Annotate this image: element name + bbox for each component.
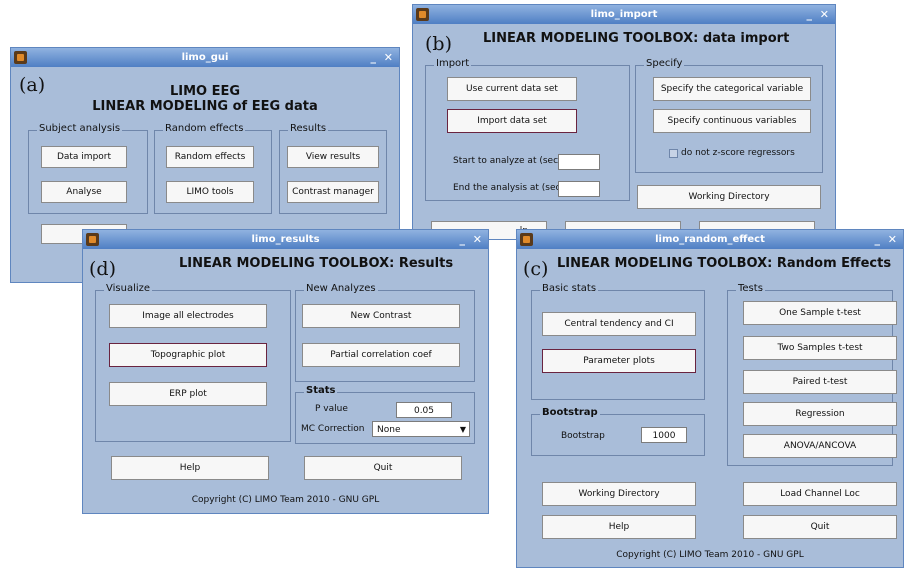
mc-correction-label: MC Correction [301,424,365,434]
heading-subtitle: LINEAR MODELING of EEG data [92,99,318,114]
group-label: Visualize [104,283,153,294]
quit-button[interactable]: Quit [304,456,462,480]
import-data-set-button[interactable]: Import data set [447,109,577,133]
help-button[interactable]: Help [111,456,269,480]
group-label: Basic stats [540,283,599,294]
heading-title: LINEAR MODELING TOOLBOX: data import [483,31,790,46]
bootstrap-input[interactable]: 1000 [641,427,687,443]
chevron-down-icon: ▼ [459,425,466,434]
panel-label: (c) [523,258,549,280]
two-samples-ttest-button[interactable]: Two Samples t-test [743,336,897,360]
group-label: Tests [736,283,765,294]
regression-button[interactable]: Regression [743,402,897,426]
specify-continuous-button[interactable]: Specify continuous variables [653,109,811,133]
working-directory-button[interactable]: Working Directory [637,185,821,209]
working-directory-button[interactable]: Working Directory [542,482,696,506]
use-current-data-set-button[interactable]: Use current data set [447,77,577,101]
matlab-icon [416,8,429,21]
start-label: Start to analyze at (sec) [453,156,562,166]
paired-ttest-button[interactable]: Paired t-test [743,370,897,394]
copyright-text: Copyright (C) LIMO Team 2010 - GNU GPL [616,550,804,560]
group-label: Random effects [163,123,246,134]
quit-button[interactable]: Quit [743,515,897,539]
heading-title: LIMO EEG [169,84,241,99]
parameter-plots-button[interactable]: Parameter plots [542,349,696,373]
basic-stats-group: Basic stats [531,283,705,400]
help-button[interactable]: Help [542,515,696,539]
group-label: Subject analysis [37,123,123,134]
group-label: Import [434,58,472,69]
group-label: Stats [304,385,338,396]
window-title: limo_gui [181,52,229,63]
one-sample-ttest-button[interactable]: One Sample t-test [743,301,897,325]
end-label: End the analysis at (sec) [453,183,564,193]
window-title: limo_results [251,234,320,245]
erp-plot-button[interactable]: ERP plot [109,382,267,406]
mc-correction-value: None [377,425,401,435]
window-controls[interactable]: _ ✕ [370,48,395,67]
contrast-manager-button[interactable]: Contrast manager [287,181,379,203]
new-contrast-button[interactable]: New Contrast [302,304,460,328]
window-title: limo_import [590,9,658,20]
topographic-plot-button[interactable]: Topographic plot [109,343,267,367]
limo-import-window: limo_import _ ✕ (b) LINEAR MODELING TOOL… [412,4,836,240]
title-bar[interactable]: limo_gui _ ✕ [11,48,399,67]
title-bar[interactable]: limo_results _ ✕ [83,230,488,249]
zscore-label: do not z-score regressors [681,148,795,158]
heading-title: LINEAR MODELING TOOLBOX: Results [179,256,454,271]
central-tendency-button[interactable]: Central tendency and CI [542,312,696,336]
title-bar[interactable]: limo_import _ ✕ [413,5,835,24]
pvalue-label: P value [315,404,348,414]
data-import-button[interactable]: Data import [41,146,127,168]
limo-random-effect-window: limo_random_effect _ ✕ (c) LINEAR MODELI… [516,229,904,568]
panel-label: (d) [89,258,116,280]
group-label: Bootstrap [540,407,600,418]
anova-ancova-button[interactable]: ANOVA/ANCOVA [743,434,897,458]
limo-tools-button[interactable]: LIMO tools [166,181,254,203]
window-controls[interactable]: _ ✕ [874,230,899,249]
matlab-icon [14,51,27,64]
window-title: limo_random_effect [655,234,765,245]
limo-results-window: limo_results _ ✕ (d) LINEAR MODELING TOO… [82,229,489,514]
group-label: New Analyzes [304,283,378,294]
window-controls[interactable]: _ ✕ [459,230,484,249]
group-label: Results [288,123,329,134]
matlab-icon [86,233,99,246]
partial-correlation-button[interactable]: Partial correlation coef [302,343,460,367]
end-time-input[interactable] [558,181,600,197]
window-controls[interactable]: _ ✕ [806,5,831,24]
image-all-electrodes-button[interactable]: Image all electrodes [109,304,267,328]
zscore-checkbox[interactable] [669,149,678,158]
start-time-input[interactable] [558,154,600,170]
panel-label: (b) [425,33,452,55]
matlab-icon [520,233,533,246]
mc-correction-select[interactable]: None ▼ [372,421,470,437]
view-results-button[interactable]: View results [287,146,379,168]
specify-categorical-button[interactable]: Specify the categorical variable [653,77,811,101]
copyright-text: Copyright (C) LIMO Team 2010 - GNU GPL [191,495,380,505]
analyse-button[interactable]: Analyse [41,181,127,203]
title-bar[interactable]: limo_random_effect _ ✕ [517,230,903,249]
group-label: Specify [644,58,685,69]
bootstrap-label: Bootstrap [561,431,605,441]
heading-title: LINEAR MODELING TOOLBOX: Random Effects [557,256,892,271]
random-effects-button[interactable]: Random effects [166,146,254,168]
pvalue-input[interactable]: 0.05 [396,402,452,418]
load-channel-loc-button[interactable]: Load Channel Loc [743,482,897,506]
